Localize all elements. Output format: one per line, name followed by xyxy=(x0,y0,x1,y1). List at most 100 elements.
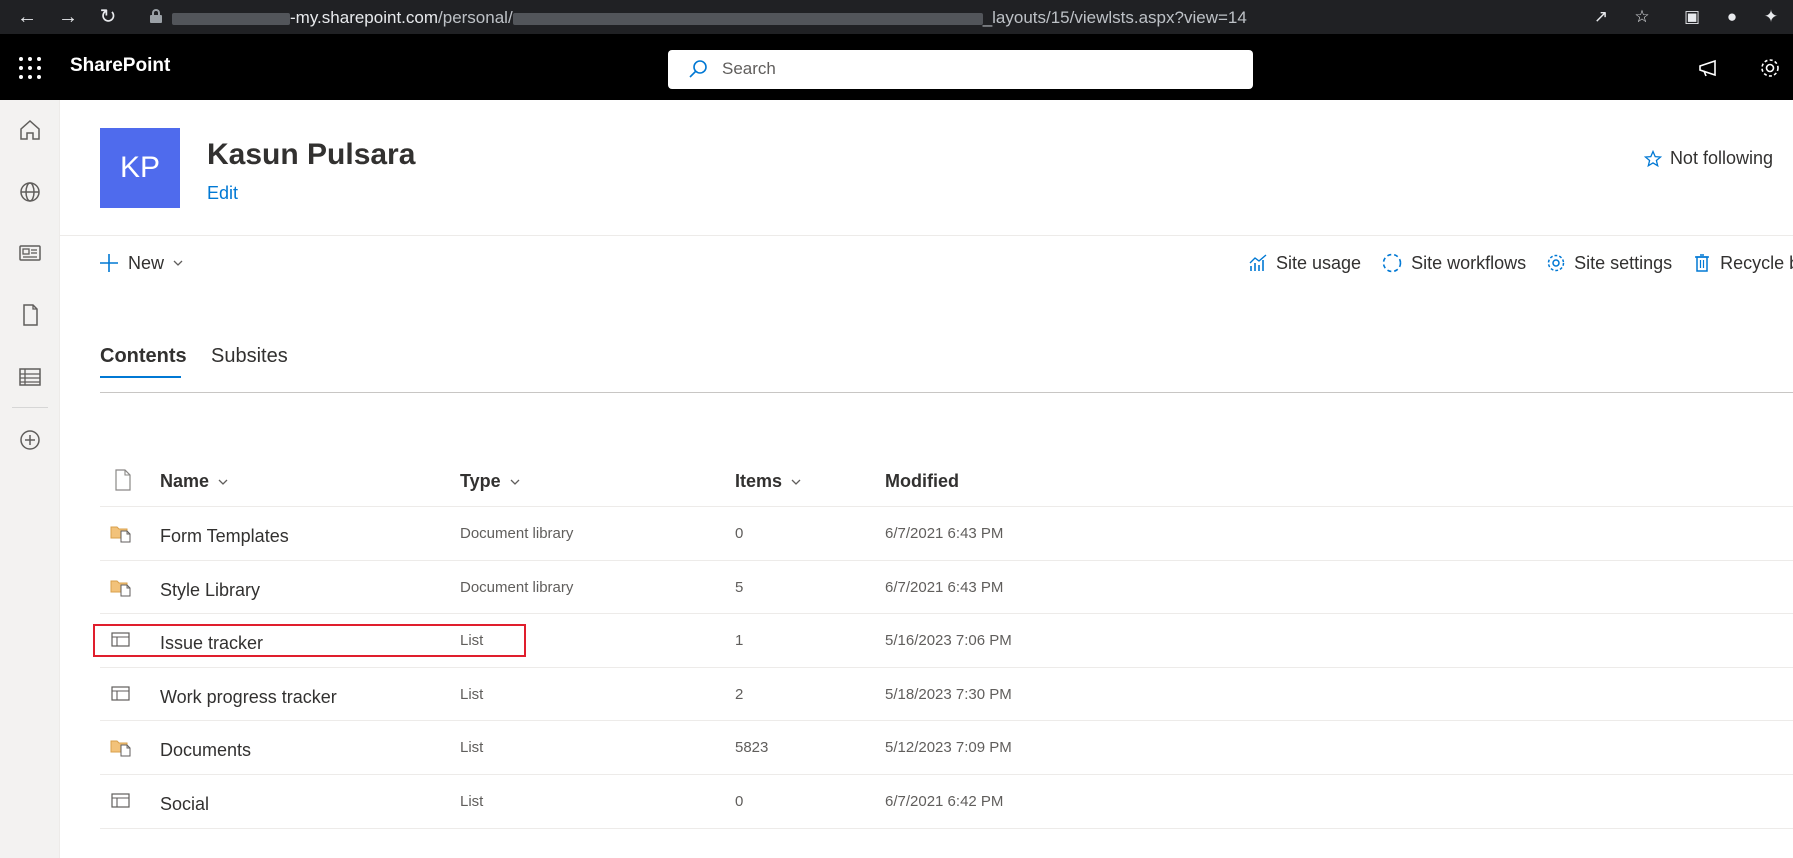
trash-icon xyxy=(1695,254,1710,272)
site-logo[interactable]: KP xyxy=(100,128,180,208)
row-items: 0 xyxy=(735,792,744,810)
sharepoint-brand[interactable]: SharePoint xyxy=(70,55,170,77)
blurred-text xyxy=(172,12,290,25)
list-icon xyxy=(111,632,130,647)
row-modified: 5/18/2023 7:30 PM xyxy=(885,685,1012,703)
lock-icon xyxy=(150,9,162,23)
library-icon xyxy=(110,526,131,543)
site-contents-table: Name Type Items Modified Form Templates … xyxy=(100,455,1793,829)
row-modified: 6/7/2021 6:42 PM xyxy=(885,792,1004,810)
tabs-divider xyxy=(100,392,1793,393)
plus-icon xyxy=(100,254,118,272)
site-workflows-button[interactable]: Site workflows xyxy=(1381,252,1526,274)
document-icon[interactable] xyxy=(17,302,43,328)
list-icon xyxy=(111,686,130,701)
follow-label: Not following xyxy=(1669,148,1773,168)
row-modified: 6/7/2021 6:43 PM xyxy=(885,578,1004,596)
site-usage-button[interactable]: Site usage xyxy=(1248,253,1361,274)
row-items: 5823 xyxy=(735,739,769,757)
globe-icon[interactable] xyxy=(17,179,43,205)
row-name[interactable]: Work progress tracker xyxy=(160,687,337,708)
chevron-down-icon xyxy=(218,479,228,485)
blurred-text xyxy=(512,12,983,25)
row-modified: 5/12/2023 7:09 PM xyxy=(885,739,1012,757)
site-commands: Site usage Site workflows Site settings … xyxy=(1248,252,1793,274)
library-icon xyxy=(110,740,131,757)
column-header-items[interactable]: Items xyxy=(735,471,802,492)
row-type: Document library xyxy=(460,525,574,542)
chevron-down-icon xyxy=(791,479,801,485)
star-outline-icon xyxy=(1643,149,1662,167)
recycle-bin-label: Recycle bin xyxy=(1720,252,1793,273)
suite-header: SharePoint xyxy=(0,34,1793,100)
chevron-down-icon xyxy=(173,260,183,266)
new-button[interactable]: New xyxy=(98,252,184,274)
share-icon[interactable]: ↗ xyxy=(1589,5,1613,29)
row-name[interactable]: Form Templates xyxy=(160,526,289,547)
extensions-puzzle-icon[interactable]: ✦ xyxy=(1759,5,1783,29)
left-navigation-rail xyxy=(0,100,60,858)
column-header-name[interactable]: Name xyxy=(160,471,229,492)
row-name[interactable]: Social xyxy=(160,794,209,815)
lists-icon[interactable] xyxy=(17,364,43,390)
row-type: List xyxy=(460,685,484,703)
address-bar[interactable]: -my.sharepoint.com/personal/_layouts/15/… xyxy=(136,1,1656,33)
row-type: List xyxy=(460,739,484,757)
table-row[interactable]: Work progress tracker List 2 5/18/2023 7… xyxy=(100,668,1793,722)
gear-icon xyxy=(1547,254,1565,272)
site-settings-button[interactable]: Site settings xyxy=(1546,253,1672,274)
search-box[interactable] xyxy=(668,50,1253,89)
header-divider xyxy=(60,235,1793,236)
back-icon[interactable]: ← xyxy=(14,4,40,30)
chevron-down-icon xyxy=(510,479,520,485)
extension-incognito-icon[interactable]: ▣ xyxy=(1680,5,1704,29)
row-name[interactable]: Issue tracker xyxy=(160,633,263,654)
home-icon[interactable] xyxy=(17,117,43,143)
table-row[interactable]: Form Templates Document library 0 6/7/20… xyxy=(100,507,1793,561)
column-header-type[interactable]: Type xyxy=(460,471,521,492)
column-header-modified[interactable]: Modified xyxy=(885,471,959,492)
library-icon xyxy=(110,580,131,597)
search-icon xyxy=(689,60,707,78)
row-items: 2 xyxy=(735,685,744,703)
site-settings-label: Site settings xyxy=(1574,252,1673,273)
row-modified: 5/16/2023 7:06 PM xyxy=(885,632,1012,650)
row-modified: 6/7/2021 6:43 PM xyxy=(885,525,1004,542)
row-type: Document library xyxy=(460,578,574,596)
table-row[interactable]: Style Library Document library 5 6/7/202… xyxy=(100,561,1793,615)
bookmark-star-icon[interactable]: ☆ xyxy=(1630,5,1654,29)
table-row[interactable]: Issue tracker List 1 5/16/2023 7:06 PM xyxy=(100,614,1793,668)
create-plus-icon[interactable] xyxy=(17,427,43,453)
workflow-icon xyxy=(1382,253,1402,273)
file-type-header-icon[interactable] xyxy=(114,469,132,491)
extension-orb-icon[interactable]: ● xyxy=(1720,5,1744,29)
new-label: New xyxy=(128,252,165,273)
settings-gear-icon[interactable] xyxy=(1758,56,1782,80)
news-icon[interactable] xyxy=(17,240,43,266)
table-header: Name Type Items Modified xyxy=(100,455,1793,507)
forward-icon[interactable]: → xyxy=(55,4,81,30)
row-type: List xyxy=(460,632,484,650)
tab-subsites[interactable]: Subsites xyxy=(211,345,288,368)
recycle-bin-button[interactable]: Recycle bin xyxy=(1692,253,1793,274)
url-text: -my.sharepoint.com/personal/_layouts/15/… xyxy=(172,8,1247,28)
app-launcher-icon[interactable] xyxy=(19,57,41,79)
site-workflows-label: Site workflows xyxy=(1411,252,1527,273)
chart-icon xyxy=(1249,254,1267,271)
table-row[interactable]: Documents List 5823 5/12/2023 7:09 PM xyxy=(100,721,1793,775)
table-row[interactable]: Social List 0 6/7/2021 6:42 PM xyxy=(100,775,1793,829)
site-title[interactable]: Kasun Pulsara xyxy=(207,138,415,172)
search-input[interactable] xyxy=(722,57,1222,81)
row-type: List xyxy=(460,792,484,810)
follow-button[interactable]: Not following xyxy=(1643,148,1773,169)
row-name[interactable]: Documents xyxy=(160,740,251,761)
row-items: 0 xyxy=(735,525,744,542)
edit-link[interactable]: Edit xyxy=(207,183,238,204)
list-icon xyxy=(111,793,130,808)
reload-icon[interactable]: ↻ xyxy=(95,4,121,30)
megaphone-icon[interactable] xyxy=(1697,56,1721,80)
row-items: 5 xyxy=(735,578,744,596)
tab-contents[interactable]: Contents xyxy=(100,345,187,368)
row-name[interactable]: Style Library xyxy=(160,580,260,601)
active-tab-indicator xyxy=(100,376,181,378)
